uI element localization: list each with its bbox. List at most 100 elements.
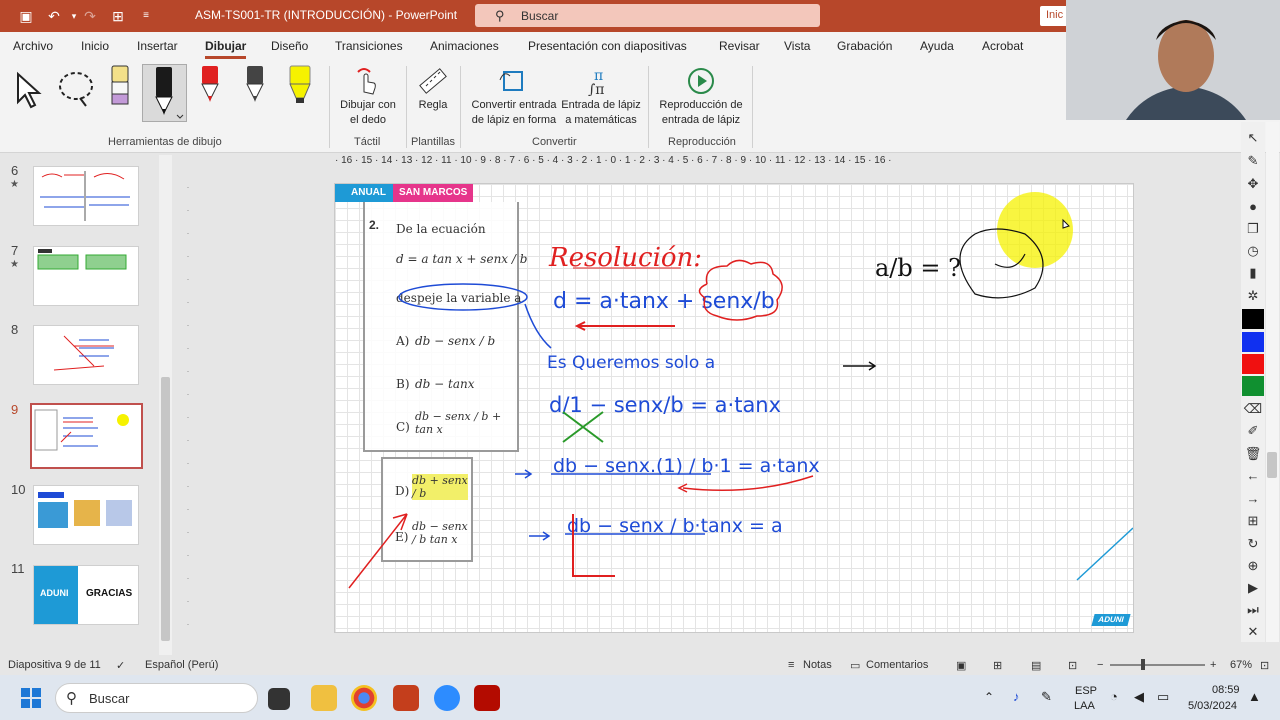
grid-icon[interactable]: ⊞ bbox=[1242, 511, 1264, 531]
fit-slide-icon[interactable]: ⊡ bbox=[1260, 659, 1269, 672]
zoom-in-icon[interactable]: + bbox=[1210, 659, 1216, 671]
clock-date[interactable]: 5/03/2024 bbox=[1188, 700, 1237, 712]
slide-thumbnail-10[interactable] bbox=[33, 485, 139, 545]
notes-button[interactable]: Notas bbox=[803, 659, 832, 671]
color-black-swatch[interactable] bbox=[1242, 309, 1264, 329]
zoom-level[interactable]: 67% bbox=[1230, 659, 1252, 671]
tab-archivo[interactable]: Archivo bbox=[13, 39, 53, 53]
undo-icon[interactable]: ↶ bbox=[44, 6, 64, 26]
volume-icon[interactable]: ◀ bbox=[1134, 689, 1144, 705]
tab-diseno[interactable]: Diseño bbox=[271, 39, 308, 53]
thumbnail-scrollbar[interactable] bbox=[159, 155, 172, 655]
finger-draw-button[interactable]: Dibujar con el dedo bbox=[334, 98, 402, 128]
color-blue-swatch[interactable] bbox=[1242, 332, 1264, 352]
pen-tray-icon[interactable]: ✎ bbox=[1041, 689, 1052, 705]
tab-presentacion[interactable]: Presentación con diapositivas bbox=[528, 39, 687, 53]
ruler-button[interactable]: Regla bbox=[412, 98, 454, 113]
file-explorer-icon[interactable] bbox=[311, 685, 337, 711]
slide-canvas[interactable]: ANUAL SAN MARCOS 2. De la ecuación d = a… bbox=[334, 183, 1134, 633]
language-indicator[interactable]: Español (Perú) bbox=[145, 659, 218, 671]
tab-acrobat[interactable]: Acrobat bbox=[982, 39, 1023, 53]
timer-icon[interactable]: ◷ bbox=[1242, 241, 1264, 261]
clock-time[interactable]: 08:59 bbox=[1212, 684, 1240, 696]
slideshow-view-icon[interactable]: ⊡ bbox=[1068, 659, 1077, 672]
editor-scrollbar[interactable] bbox=[1266, 122, 1279, 642]
copy-icon[interactable]: ❐ bbox=[1242, 219, 1264, 239]
thumbnail-scroll-thumb[interactable] bbox=[161, 377, 170, 641]
slide-thumbnail-8[interactable] bbox=[33, 325, 139, 385]
zoom-slider-thumb[interactable] bbox=[1141, 659, 1145, 670]
redo-icon[interactable]: ↷ bbox=[80, 6, 100, 26]
ink-to-shape-button[interactable]: Convertir entrada de lápiz en forma bbox=[466, 98, 562, 128]
stroke-width-icon[interactable]: ▮ bbox=[1242, 263, 1264, 283]
comments-button[interactable]: Comentarios bbox=[866, 659, 928, 671]
marker-icon[interactable]: ✐ bbox=[1242, 421, 1264, 441]
close-toolbar-icon[interactable]: ✕ bbox=[1242, 622, 1264, 642]
task-view-icon[interactable] bbox=[268, 688, 290, 710]
language-code-2[interactable]: LAA bbox=[1074, 700, 1095, 712]
customize-qat-icon[interactable]: ≡ bbox=[136, 6, 156, 26]
highlighter-yellow-icon[interactable] bbox=[108, 64, 130, 106]
save-icon[interactable]: ▣ bbox=[16, 6, 36, 26]
color-green-swatch[interactable] bbox=[1242, 376, 1264, 396]
vertical-ruler bbox=[182, 183, 194, 633]
trash-icon[interactable]: 🗑 bbox=[1242, 444, 1264, 464]
play-icon[interactable]: ▶ bbox=[1242, 578, 1264, 598]
tab-insertar[interactable]: Insertar bbox=[137, 39, 178, 53]
microphone-icon[interactable]: ♪ bbox=[1013, 689, 1020, 704]
select-arrow-icon[interactable] bbox=[14, 70, 44, 110]
slide-thumbnail-11[interactable]: GRACIAS ADUNI bbox=[33, 565, 139, 625]
pointer-icon[interactable]: ↖ bbox=[1242, 128, 1264, 148]
tab-ayuda[interactable]: Ayuda bbox=[920, 39, 954, 53]
normal-view-icon[interactable]: ▣ bbox=[956, 659, 966, 672]
tab-vista[interactable]: Vista bbox=[784, 39, 810, 53]
pen-red-icon[interactable] bbox=[198, 64, 222, 110]
undo-arrow-icon[interactable]: ← bbox=[1242, 466, 1264, 486]
add-icon[interactable]: ⊕ bbox=[1242, 556, 1264, 576]
tray-chevron-icon[interactable]: ⌃ bbox=[984, 690, 994, 704]
wifi-icon[interactable]: ◔ bbox=[1110, 689, 1118, 704]
search-box[interactable]: ⚲ Buscar bbox=[475, 4, 820, 27]
tab-transiciones[interactable]: Transiciones bbox=[335, 39, 403, 53]
present-icon[interactable]: ⊞ bbox=[108, 6, 128, 26]
tab-dibujar[interactable]: Dibujar bbox=[205, 39, 247, 59]
notification-bell-icon[interactable]: ▲ bbox=[1248, 689, 1261, 704]
cursor-circle-icon[interactable]: ● bbox=[1242, 197, 1264, 217]
zoom-out-icon[interactable]: − bbox=[1097, 659, 1103, 671]
next-icon[interactable]: ⏭ bbox=[1242, 600, 1264, 620]
acrobat-taskbar-icon[interactable] bbox=[474, 685, 500, 711]
editor-scroll-thumb[interactable] bbox=[1267, 452, 1277, 478]
tab-inicio[interactable]: Inicio bbox=[81, 39, 109, 53]
chrome-icon[interactable] bbox=[351, 685, 377, 711]
settings-icon[interactable]: ✲ bbox=[1242, 286, 1264, 306]
powerpoint-taskbar-icon[interactable] bbox=[393, 685, 419, 711]
slide-thumbnail-7[interactable] bbox=[33, 246, 139, 306]
slide-thumbnail-6[interactable] bbox=[33, 166, 139, 226]
pen-gray-icon[interactable] bbox=[243, 64, 267, 110]
eraser-icon[interactable]: ⌫ bbox=[1242, 399, 1264, 419]
highlighter-bright-yellow-icon[interactable] bbox=[287, 64, 313, 110]
language-code-1[interactable]: ESP bbox=[1075, 685, 1097, 697]
spellcheck-icon[interactable]: ✓ bbox=[116, 659, 125, 672]
tab-animaciones[interactable]: Animaciones bbox=[430, 39, 499, 53]
slide-thumbnail-9-selected[interactable] bbox=[30, 403, 143, 469]
taskbar-search[interactable]: ⚲ Buscar bbox=[55, 683, 258, 713]
color-red-swatch[interactable] bbox=[1242, 354, 1264, 374]
pen-tool-icon[interactable]: ✎ bbox=[1242, 151, 1264, 171]
windows-start-icon[interactable] bbox=[20, 687, 42, 709]
lasso-select-icon[interactable] bbox=[56, 68, 98, 110]
tab-revisar[interactable]: Revisar bbox=[719, 39, 760, 53]
battery-icon[interactable]: ▭ bbox=[1157, 689, 1169, 705]
reading-view-icon[interactable]: ▤ bbox=[1031, 659, 1041, 672]
move-icon[interactable]: ✥ bbox=[1242, 174, 1264, 194]
refresh-icon[interactable]: ↻ bbox=[1242, 534, 1264, 554]
zoom-slider[interactable] bbox=[1110, 664, 1205, 666]
pen-black-selected[interactable] bbox=[142, 64, 187, 122]
group-playback-label: Reproducción bbox=[668, 136, 736, 148]
ink-to-math-button[interactable]: Entrada de lápiz a matemáticas bbox=[558, 98, 644, 128]
redo-arrow-icon[interactable]: → bbox=[1242, 489, 1264, 509]
zoom-app-icon[interactable] bbox=[434, 685, 460, 711]
sorter-view-icon[interactable]: ⊞ bbox=[993, 659, 1002, 672]
tab-grabacion[interactable]: Grabación bbox=[837, 39, 892, 53]
ink-replay-button[interactable]: Reproducción de entrada de lápiz bbox=[654, 98, 748, 128]
